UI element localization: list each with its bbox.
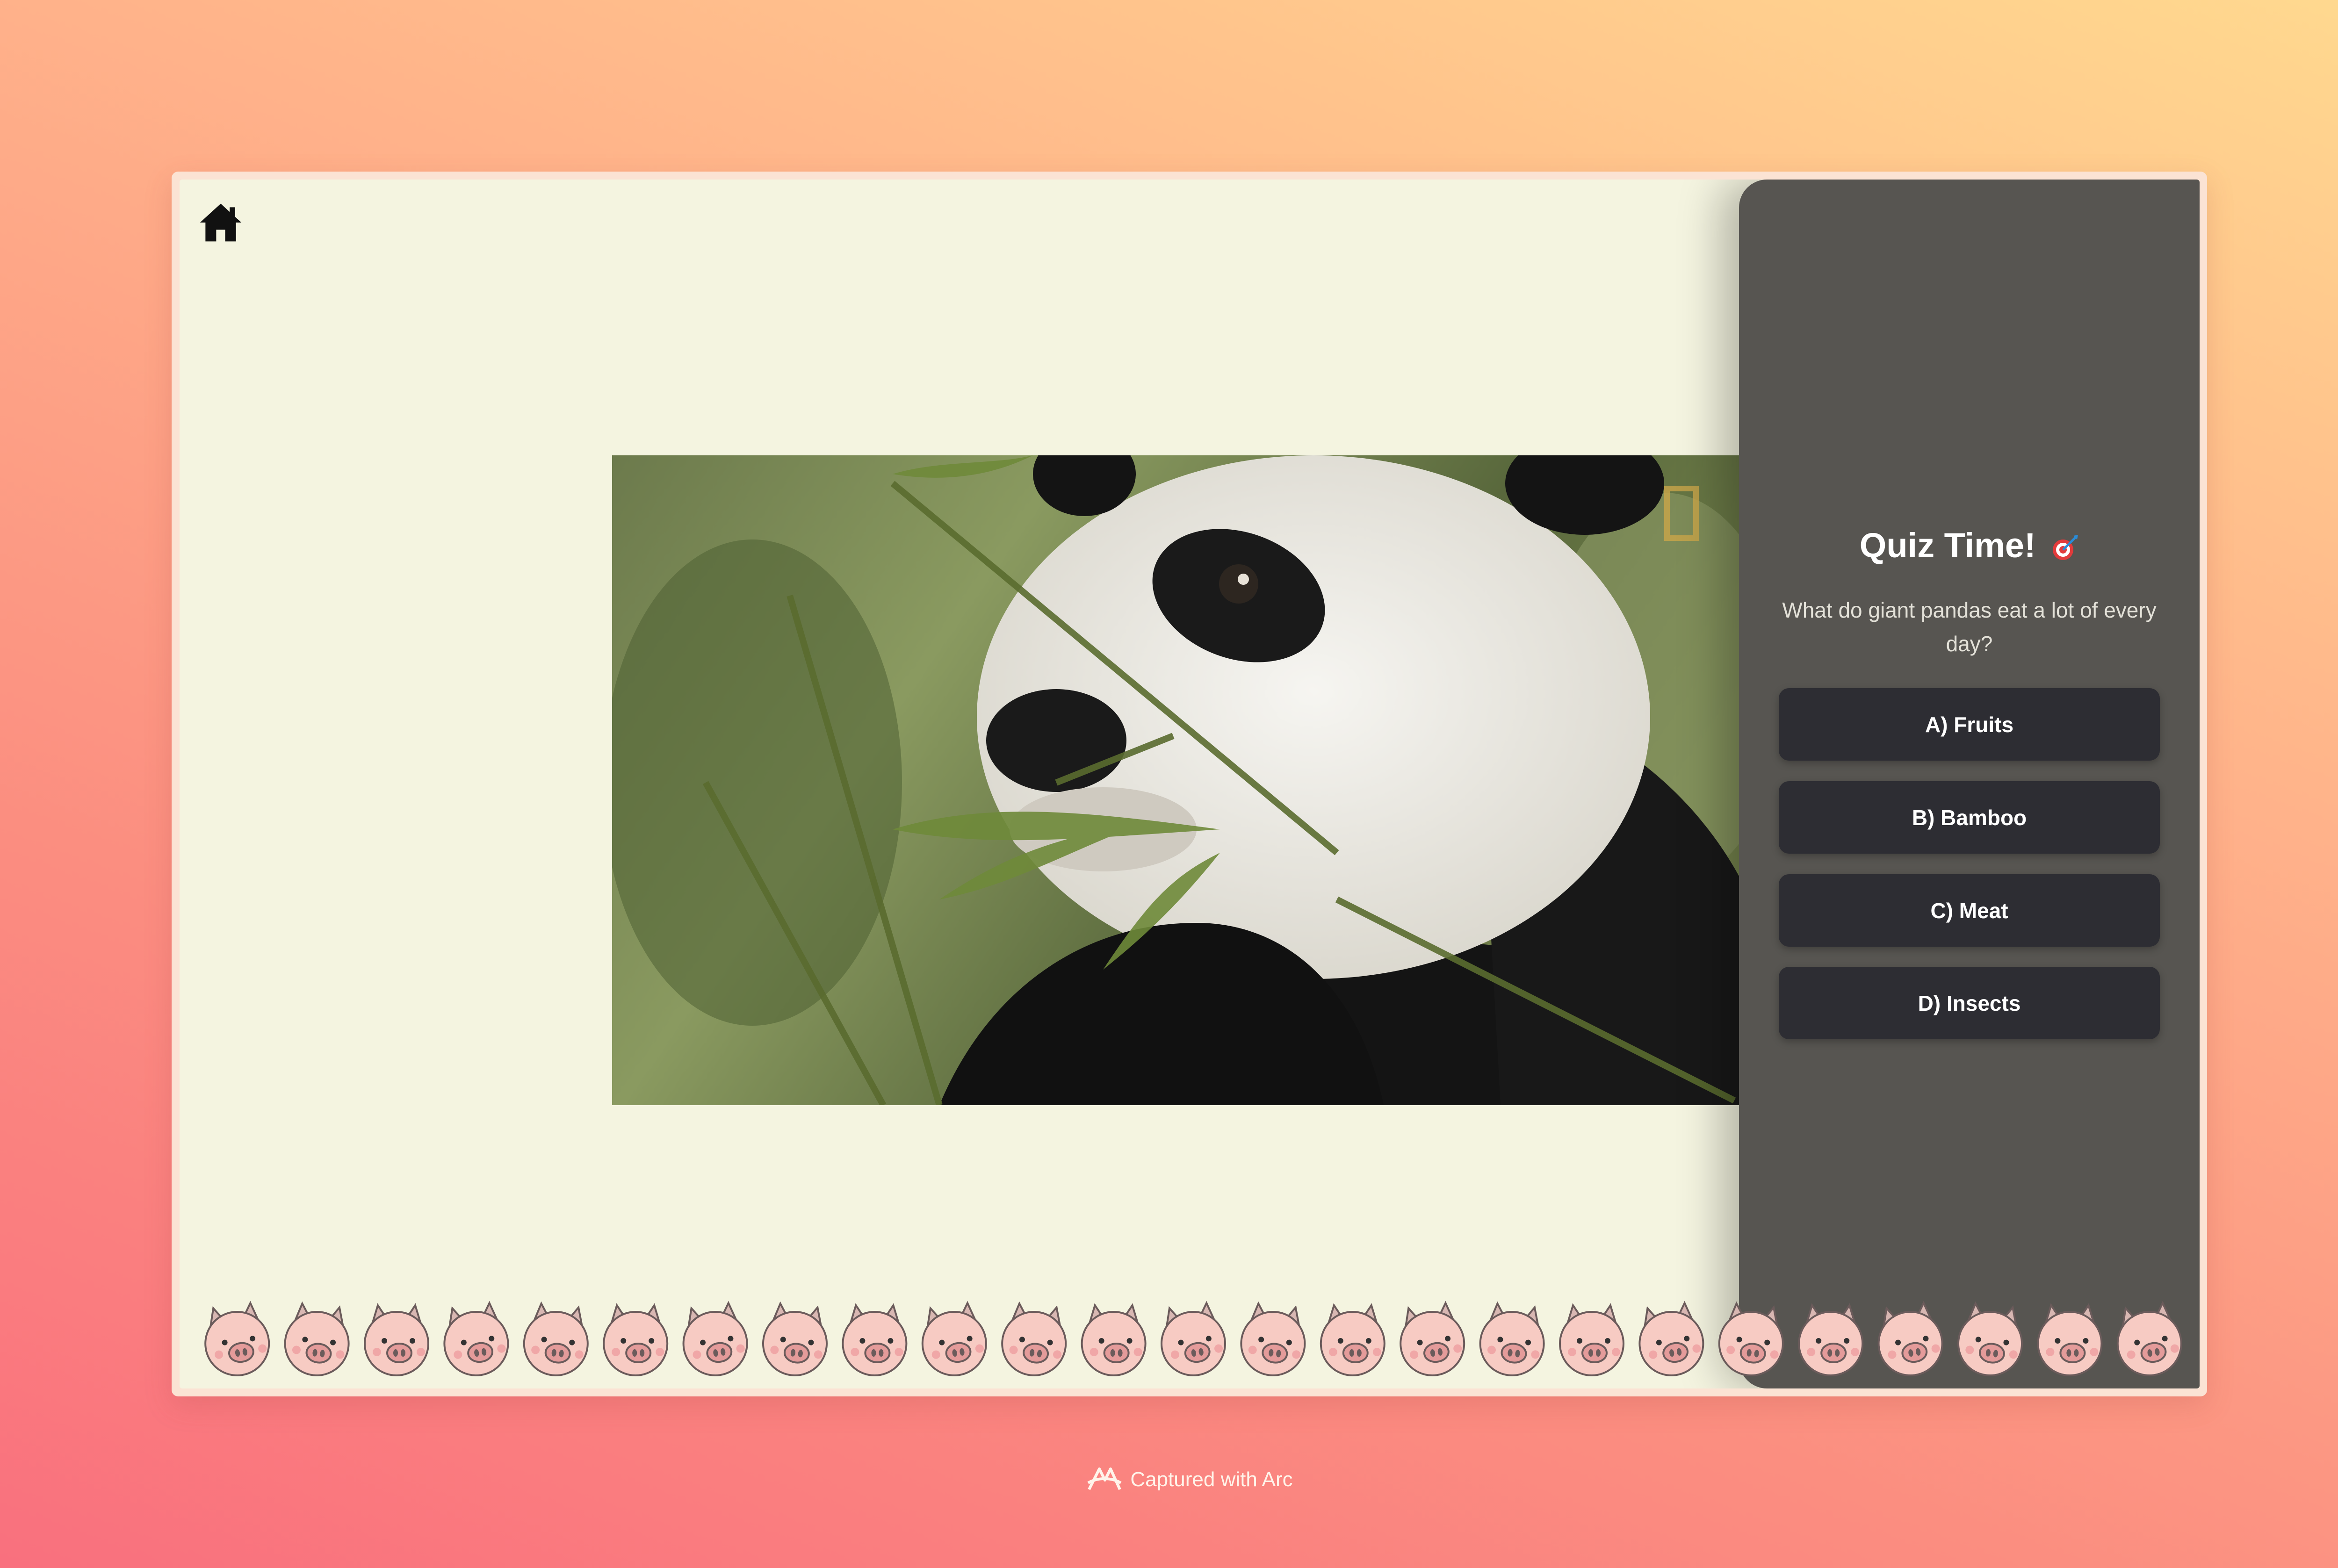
pig-face-icon — [603, 1304, 669, 1376]
pig-face-icon — [759, 1301, 832, 1379]
quiz-panel: Quiz Time! What do giant pandas eat a lo… — [1739, 180, 2200, 1388]
pig-border-svg — [199, 1300, 2186, 1379]
home-icon — [200, 203, 242, 242]
pig-face-icon — [1081, 1304, 1147, 1376]
arc-icon — [1087, 1467, 1122, 1490]
pig-face-icon — [1954, 1301, 2027, 1379]
pig-face-icon — [1559, 1304, 1624, 1376]
answer-button-d[interactable]: D) Insects — [1779, 967, 2160, 1039]
pig-face-icon — [916, 1300, 991, 1379]
pig-face-icon — [364, 1304, 429, 1376]
home-button[interactable] — [198, 200, 243, 245]
pig-face-icon — [438, 1300, 513, 1379]
panda-image — [612, 455, 1739, 1105]
panda-video[interactable] — [612, 455, 1739, 1105]
pig-face-icon — [1798, 1304, 1864, 1376]
pig-face-icon — [1872, 1300, 1948, 1379]
pig-face-icon — [998, 1301, 1071, 1379]
app-canvas: Quiz Time! What do giant pandas eat a lo… — [180, 180, 2200, 1388]
pig-face-icon — [1237, 1301, 1310, 1379]
pig-face-icon — [520, 1301, 592, 1379]
quiz-question: What do giant pandas eat a lot of every … — [1782, 598, 2157, 656]
pig-face-icon — [281, 1301, 354, 1379]
rectangle-logo-icon — [1664, 486, 1699, 541]
pig-face-icon — [2037, 1304, 2103, 1376]
pig-face-icon — [1715, 1301, 1788, 1379]
pig-face-icon — [199, 1300, 274, 1379]
answer-button-c[interactable]: C) Meat — [1779, 874, 2160, 947]
quiz-title-text: Quiz Time! — [1859, 526, 2036, 565]
pig-face-icon — [677, 1300, 752, 1379]
pig-face-icon — [1155, 1300, 1230, 1379]
pig-face-icon — [2112, 1300, 2186, 1379]
pig-face-icon — [1633, 1300, 1709, 1379]
footer-text: Captured with Arc — [1130, 1468, 1293, 1491]
quiz-title: Quiz Time! — [1739, 525, 2200, 565]
pig-face-icon — [1394, 1300, 1470, 1379]
footer: Captured with Arc — [0, 1463, 2338, 1496]
target-icon — [2053, 535, 2078, 561]
pig-border — [197, 1297, 2189, 1379]
pig-face-icon — [1476, 1301, 1549, 1379]
answer-button-b[interactable]: B) Bamboo — [1779, 781, 2160, 854]
pig-face-icon — [842, 1304, 908, 1376]
answer-button-a[interactable]: A) Fruits — [1779, 688, 2160, 761]
pig-face-icon — [1320, 1304, 1385, 1376]
